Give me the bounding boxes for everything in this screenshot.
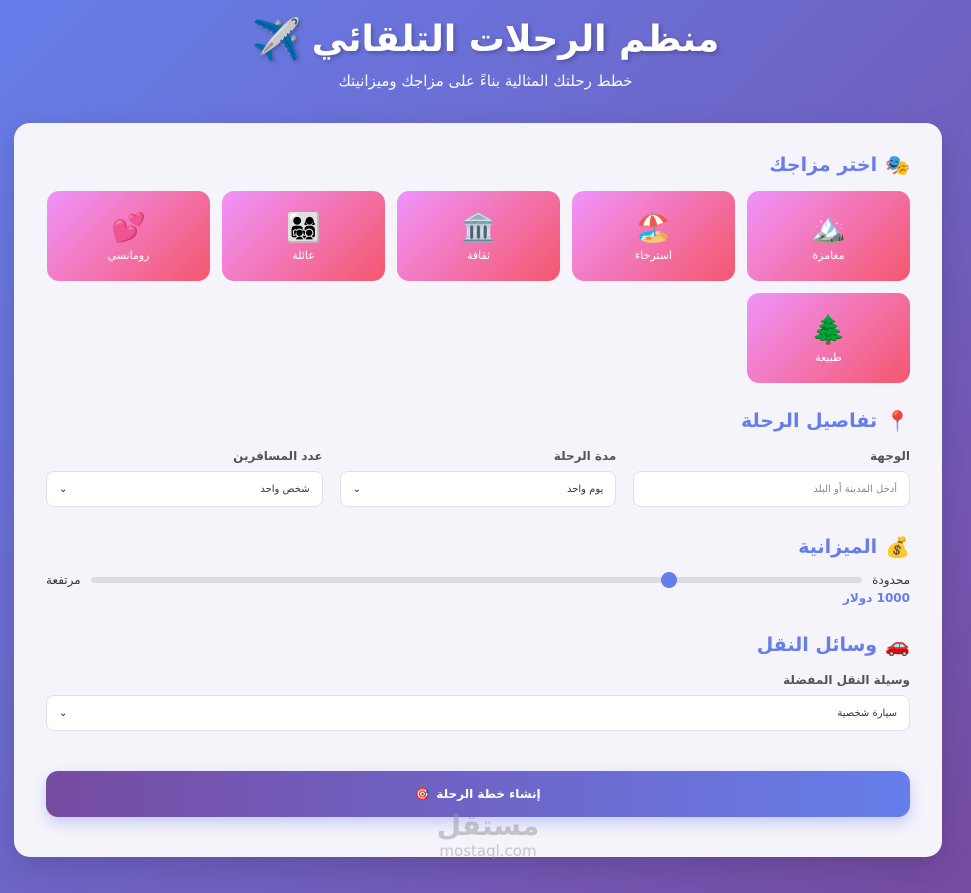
mood-label: طبيعة	[815, 350, 842, 364]
watermark: مستقل mostaql.com	[428, 809, 548, 861]
travelers-field: عدد المسافرين شخص واحد ⌄	[45, 449, 323, 507]
destination-input[interactable]: أدخل المدينة أو البلد	[633, 471, 910, 507]
transport-label: وسيلة النقل المفضلة	[783, 673, 910, 687]
destination-placeholder: أدخل المدينة أو البلد	[813, 483, 897, 495]
pin-icon: 📍	[885, 409, 910, 433]
budget-value: 1000 دولار	[842, 591, 910, 605]
page-title: منظم الرحلات التلقائي ✈️	[0, 14, 971, 66]
details-section-label: تفاصيل الرحلة	[741, 410, 878, 432]
trip-details-row: الوجهة أدخل المدينة أو البلد مدة الرحلة …	[45, 449, 910, 507]
duration-field: مدة الرحلة يوم واحد ⌄	[339, 449, 617, 507]
destination-field: الوجهة أدخل المدينة أو البلد	[633, 449, 910, 507]
watermark-latin: mostaql.com	[439, 842, 537, 860]
chevron-down-icon: ⌄	[59, 707, 68, 719]
mountain-icon: 🏔️	[811, 210, 846, 244]
duration-select[interactable]: يوم واحد ⌄	[339, 471, 617, 507]
page-title-text: منظم الرحلات التلقائي	[311, 19, 720, 60]
airplane-icon: ✈️	[251, 17, 302, 63]
mood-label: استرخاء	[635, 248, 672, 262]
mood-nature[interactable]: 🌲 طبيعة	[747, 293, 910, 383]
mood-adventure[interactable]: 🏔️ مغامرة	[747, 191, 910, 281]
chevron-down-icon: ⌄	[58, 483, 68, 495]
money-bag-icon: 💰	[885, 535, 910, 559]
transport-section-label: وسائل النقل	[756, 634, 878, 656]
details-section-title: 📍 تفاصيل الرحلة	[46, 409, 910, 433]
mood-grid: 🏔️ مغامرة 🏖️ استرخاء 🏛️ ثقافة 👨‍👩‍👧‍👦 عا…	[46, 191, 910, 383]
travelers-label: عدد المسافرين	[233, 449, 323, 463]
watermark-arabic: مستقل	[436, 809, 540, 842]
mood-section-label: اختر مزاجك	[769, 154, 878, 176]
theater-masks-icon: 🎭	[885, 153, 910, 177]
transport-field: وسيلة النقل المفضلة سيارة شخصية ⌄	[46, 673, 910, 731]
page-subtitle: خطط رحلتك المثالية بناءً على مزاجك وميزا…	[338, 72, 633, 90]
budget-section-title: 💰 الميزانية	[46, 535, 910, 559]
classical-building-icon: 🏛️	[461, 210, 496, 244]
planner-card: 🎭 اختر مزاجك 🏔️ مغامرة 🏖️ استرخاء 🏛️ ثقا…	[14, 123, 942, 857]
chevron-down-icon: ⌄	[352, 483, 362, 495]
mood-label: ثقافة	[466, 248, 491, 262]
mood-romantic[interactable]: 💕 رومانسي	[47, 191, 210, 281]
transport-section-title: 🚗 وسائل النقل	[46, 633, 910, 657]
budget-max-label: مرتفعة	[46, 573, 81, 587]
page-header: منظم الرحلات التلقائي ✈️ خطط رحلتك المثا…	[0, 0, 971, 123]
budget-slider-row: محدودة مرتفعة	[46, 572, 910, 588]
mood-label: مغامرة	[812, 248, 845, 262]
mood-relaxation[interactable]: 🏖️ استرخاء	[572, 191, 735, 281]
mood-label: رومانسي	[107, 248, 150, 262]
travelers-value: شخص واحد	[260, 483, 310, 495]
budget-slider[interactable]	[90, 572, 863, 588]
car-icon: 🚗	[885, 633, 910, 657]
mood-section-title: 🎭 اختر مزاجك	[46, 153, 910, 177]
destination-label: الوجهة	[870, 449, 910, 463]
family-icon: 👨‍👩‍👧‍👦	[286, 210, 321, 244]
transport-value: سيارة شخصية	[837, 707, 897, 719]
transport-select[interactable]: سيارة شخصية ⌄	[46, 695, 910, 731]
mood-culture[interactable]: 🏛️ ثقافة	[397, 191, 560, 281]
budget-slider-thumb[interactable]	[661, 572, 678, 588]
evergreen-tree-icon: 🌲	[811, 312, 846, 346]
duration-value: يوم واحد	[566, 483, 604, 495]
two-hearts-icon: 💕	[111, 210, 146, 244]
budget-min-label: محدودة	[872, 573, 910, 587]
beach-icon: 🏖️	[636, 210, 671, 244]
budget-section-label: الميزانية	[798, 536, 878, 558]
mood-label: عائلة	[292, 248, 315, 262]
target-icon: 🎯	[415, 787, 431, 801]
mood-family[interactable]: 👨‍👩‍👧‍👦 عائلة	[222, 191, 385, 281]
create-plan-label: إنشاء خطة الرحلة	[436, 787, 541, 801]
travelers-select[interactable]: شخص واحد ⌄	[45, 471, 323, 507]
duration-label: مدة الرحلة	[553, 449, 617, 463]
